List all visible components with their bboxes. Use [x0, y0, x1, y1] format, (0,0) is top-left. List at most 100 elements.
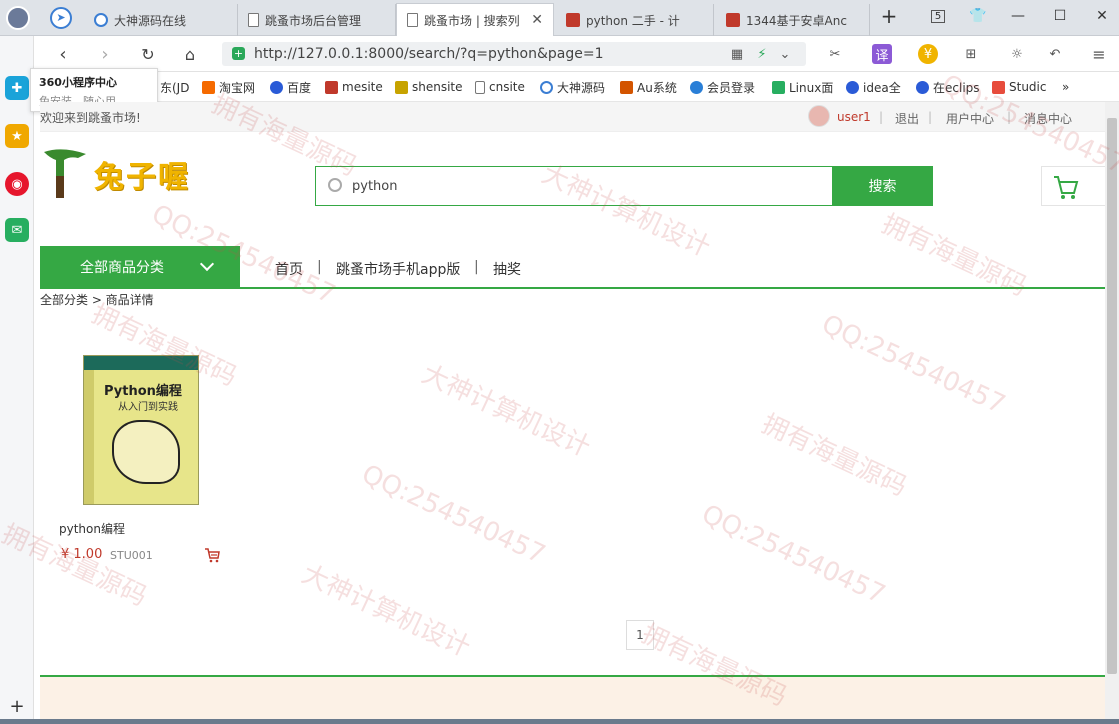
taobao-icon — [202, 80, 215, 94]
site-icon — [566, 13, 580, 27]
weibo-icon[interactable]: ◉ — [5, 172, 29, 196]
nav-separator: | — [474, 259, 479, 275]
home-icon[interactable]: ⌂ — [177, 42, 203, 66]
separator: | — [928, 110, 933, 124]
tab-dashen-source[interactable]: 大神源码在线 — [84, 4, 238, 36]
username-link[interactable]: user1 — [837, 110, 871, 124]
minimize-button[interactable]: — — [1004, 4, 1032, 28]
profile-avatar[interactable] — [6, 6, 30, 30]
browser-logo-icon[interactable]: ➤ — [50, 7, 72, 29]
site-icon — [540, 80, 553, 94]
baidu-paw-icon — [916, 80, 929, 94]
page-content: 欢迎来到跳蚤市场! user1 | 退出 | 用户中心 | 消息中心 兔子喔 p… — [40, 102, 1105, 724]
all-categories-menu[interactable]: 全部商品分类 — [40, 246, 240, 288]
nav-separator: | — [317, 259, 322, 275]
book-spine — [84, 370, 94, 504]
book-subtitle: 从入门到实践 — [118, 402, 178, 413]
add-to-cart-icon[interactable] — [204, 547, 220, 563]
undo-icon[interactable]: ↶ — [1045, 44, 1065, 64]
nav-divider — [40, 287, 1105, 289]
coin-icon[interactable]: ¥ — [918, 44, 938, 64]
new-tab-button[interactable]: + — [875, 4, 903, 28]
bookmark-baidu[interactable]: 百度 — [270, 79, 311, 95]
bookmark-cnsite[interactable]: cnsite — [475, 79, 525, 95]
logout-link[interactable]: 退出 — [895, 110, 919, 127]
reload-button[interactable]: ↻ — [135, 42, 161, 66]
bookmarks-overflow[interactable]: » — [1062, 79, 1069, 95]
close-window-button[interactable]: ✕ — [1088, 4, 1116, 28]
forward-button[interactable]: › — [92, 42, 118, 66]
close-tab-icon[interactable]: ✕ — [531, 12, 543, 28]
bookmark-shensite[interactable]: shensite — [395, 79, 463, 95]
star-icon[interactable]: ★ — [5, 124, 29, 148]
shirt-icon[interactable]: 👕 — [964, 4, 992, 28]
search-button[interactable]: 搜索 — [832, 166, 933, 206]
tab-count-badge[interactable]: 5 — [924, 4, 952, 28]
bookmark-studio[interactable]: Studic — [992, 79, 1046, 95]
site-icon — [325, 80, 338, 94]
search-icon — [328, 178, 342, 192]
product-image[interactable]: Python编程 从入门到实践 — [83, 355, 199, 505]
product-name[interactable]: python编程 — [59, 520, 125, 537]
lightning-icon[interactable]: ⚡ — [752, 44, 772, 64]
breadcrumb: 全部分类 > 商品详情 — [40, 293, 154, 307]
site-icon — [395, 80, 408, 94]
add-icon[interactable]: + — [5, 694, 29, 718]
site-icon — [620, 80, 633, 94]
maximize-button[interactable]: ☐ — [1046, 4, 1074, 28]
chevron-down-icon — [199, 256, 215, 272]
bookmark-taobao[interactable]: 淘宝网 — [202, 79, 255, 95]
bookmark-dashen[interactable]: 大神源码 — [540, 79, 605, 95]
message-center-link[interactable]: 消息中心 — [1024, 110, 1072, 127]
tab-python-second-hand[interactable]: python 二手 - 计 — [556, 4, 714, 36]
scissors-icon[interactable]: ✂ — [825, 44, 845, 64]
site-footer — [40, 675, 1105, 724]
back-button[interactable]: ‹ — [50, 42, 76, 66]
tab-android-project[interactable]: 1344基于安卓Anc — [716, 4, 870, 36]
site-icon — [690, 80, 703, 94]
baidu-paw-icon — [270, 80, 283, 94]
separator: | — [879, 110, 884, 124]
page-icon — [407, 13, 418, 27]
bookmark-jd[interactable]: 东(JD — [160, 79, 189, 95]
bookmark-mesite[interactable]: mesite — [325, 79, 383, 95]
menu-icon[interactable]: ≡ — [1089, 44, 1109, 64]
secure-icon: + — [232, 47, 245, 60]
cart-button[interactable] — [1041, 166, 1105, 206]
avatar[interactable] — [808, 105, 830, 127]
search-input[interactable]: python — [315, 166, 833, 206]
nav-home[interactable]: 首页 — [275, 259, 303, 279]
brightness-icon[interactable]: ☼ — [1007, 44, 1027, 64]
site-icon — [726, 13, 740, 27]
nav-mobile-app[interactable]: 跳蚤市场手机app版 — [336, 259, 460, 279]
separator: | — [1007, 110, 1012, 124]
mini-program-icon[interactable]: ✚ — [5, 76, 29, 100]
address-bar[interactable]: http://127.0.0.1:8000/search/?q=python&p… — [222, 42, 806, 66]
apps-grid-icon[interactable]: ⊞ — [961, 44, 981, 64]
user-center-link[interactable]: 用户中心 — [946, 110, 994, 127]
nav-lottery[interactable]: 抽奖 — [493, 259, 521, 279]
chevron-down-icon[interactable]: ⌄ — [775, 44, 795, 64]
bookmark-eclipse[interactable]: 在eclips — [916, 79, 980, 95]
qr-code-icon[interactable]: ▦ — [727, 44, 747, 64]
bookmark-au-system[interactable]: Au系统 — [620, 79, 677, 95]
scrollbar-thumb[interactable] — [1107, 118, 1117, 674]
search-query: python — [352, 179, 398, 194]
bookmark-linux[interactable]: Linux面 — [772, 79, 833, 95]
pagination-page-1[interactable]: 1 — [626, 620, 654, 650]
bookmark-idea[interactable]: idea全 — [846, 79, 901, 95]
logo-text: 兔子喔 — [94, 160, 190, 195]
mail-icon[interactable]: ✉ — [5, 218, 29, 242]
book-cover-header — [84, 356, 198, 370]
site-icon — [94, 13, 108, 27]
shield-icon — [772, 80, 785, 94]
welcome-text: 欢迎来到跳蚤市场! — [40, 111, 141, 125]
window-bottom-edge — [0, 719, 1119, 724]
book-illustration — [112, 420, 180, 484]
tab-admin[interactable]: 跳蚤市场后台管理 — [238, 4, 396, 36]
translate-icon[interactable]: 译 — [872, 44, 892, 64]
site-logo[interactable]: 兔子喔 — [42, 146, 202, 202]
tab-search-results[interactable]: 跳蚤市场 | 搜索列 ✕ — [396, 3, 554, 36]
page-icon — [475, 80, 485, 94]
bookmark-member-login[interactable]: 会员登录 — [690, 79, 755, 95]
